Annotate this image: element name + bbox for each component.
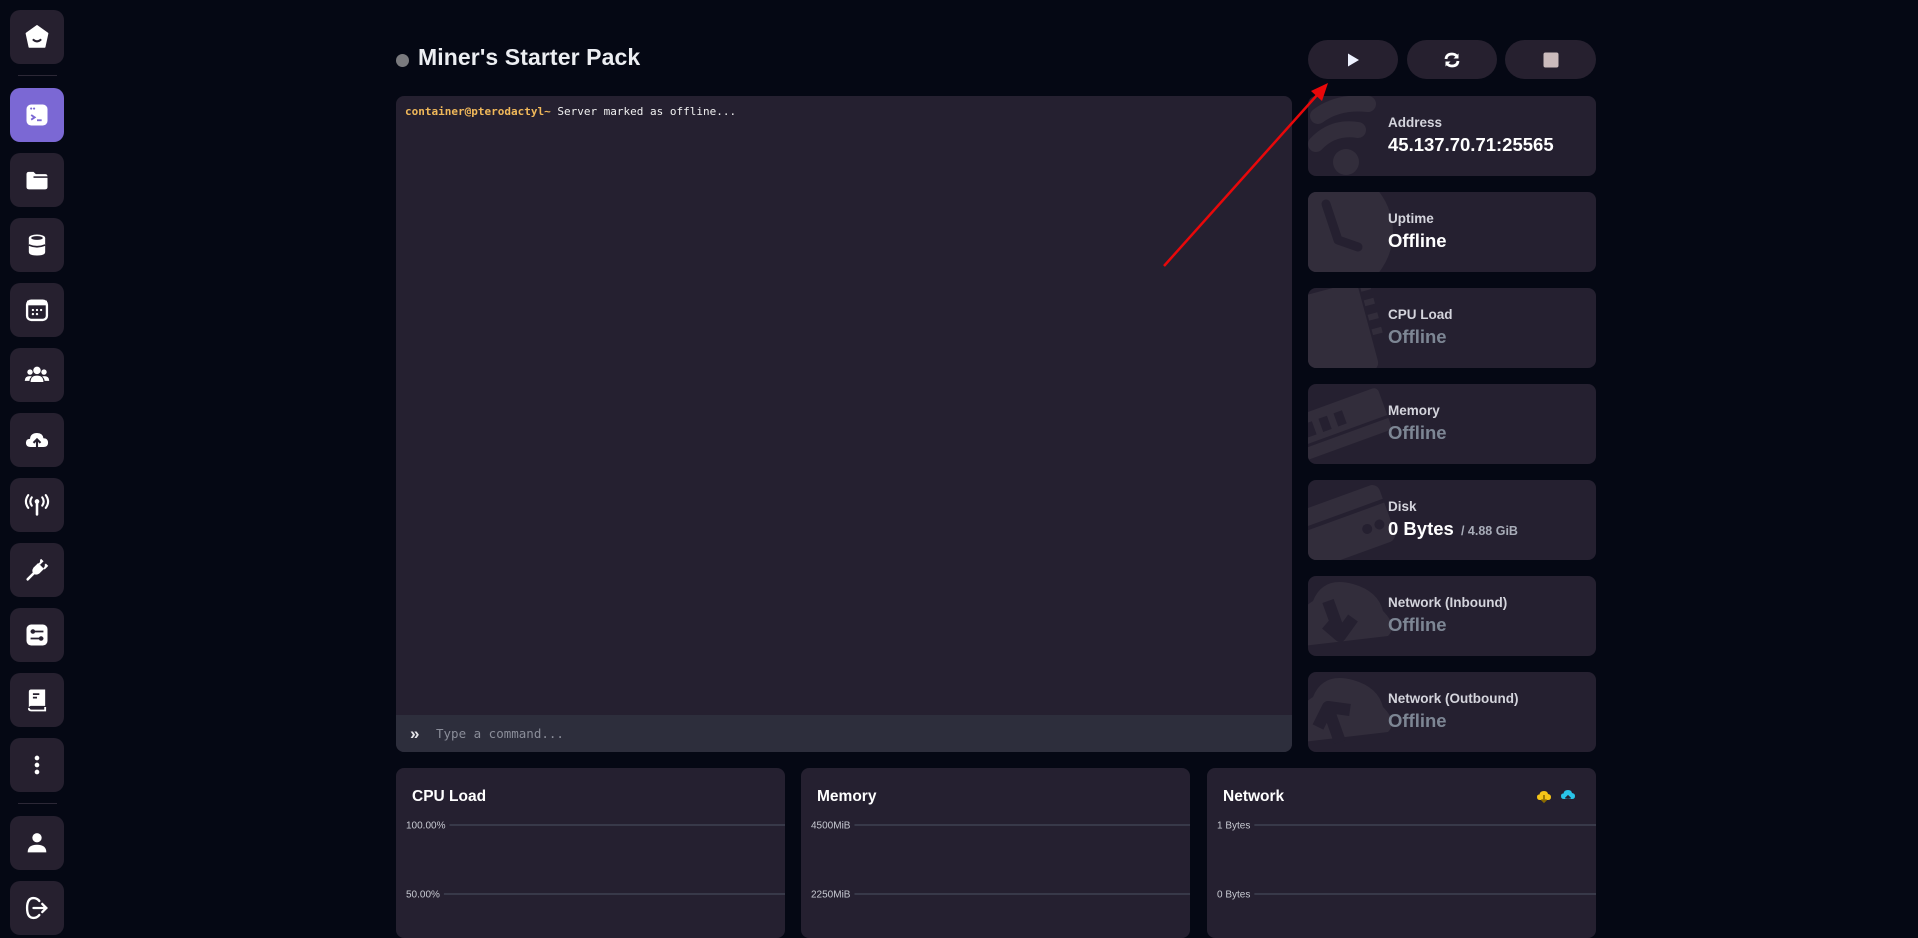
console-line: container@pterodactyl~ Server marked as … [405, 105, 1283, 118]
stat-value: Offline [1388, 326, 1447, 347]
y-tick-label: 1 Bytes [1217, 821, 1250, 832]
chart-memory: Memory 4500MiB 2250MiB [801, 768, 1190, 938]
stat-label: Uptime [1388, 211, 1434, 226]
book-icon [27, 689, 47, 712]
stat-card-network-inbound: Network (Inbound) Offline [1308, 576, 1596, 656]
cloud-download-icon [1308, 582, 1392, 646]
stat-label: Network (Inbound) [1388, 595, 1508, 610]
stat-value: Offline [1388, 710, 1447, 731]
stat-label: CPU Load [1388, 307, 1453, 322]
cpu-icon [1308, 288, 1383, 368]
y-tick-label: 100.00% [406, 821, 446, 832]
sliders-icon [26, 624, 48, 646]
chevron-double-right-icon: » [410, 723, 420, 743]
stat-card-address: Address 45.137.70.71:25565 [1308, 96, 1596, 176]
stat-label: Memory [1388, 403, 1440, 418]
stat-label: Disk [1388, 499, 1417, 514]
plug-icon [26, 558, 49, 581]
server-title: Miner's Starter Pack [418, 44, 641, 70]
chart-plot: 4500MiB 2250MiB [811, 821, 1190, 901]
sidebar-item-users[interactable] [10, 348, 64, 402]
console-panel: container@pterodactyl~ Server marked as … [396, 96, 1292, 752]
sidebar-item-home[interactable] [10, 10, 64, 64]
sidebar-divider [18, 75, 57, 76]
stop-icon [1543, 52, 1558, 67]
console-line-text: Server marked as offline... [557, 105, 737, 118]
chart-network: Network 1 Bytes 0 Bytes [1207, 768, 1596, 938]
sidebar-item-schedules[interactable] [10, 283, 64, 337]
sidebar-divider [18, 803, 57, 804]
restart-icon [1444, 52, 1460, 67]
memory-icon [1308, 388, 1392, 461]
stat-value: 0 Bytes / 4.88 GiB [1388, 518, 1518, 540]
calendar-icon [25, 299, 49, 322]
stat-card-memory: Memory Offline [1308, 384, 1596, 464]
sidebar-item-console[interactable] [10, 88, 64, 142]
stat-label: Network (Outbound) [1388, 691, 1519, 706]
sidebar-item-backups[interactable] [10, 413, 64, 467]
sidebar-item-logout[interactable] [10, 881, 64, 935]
stat-card-network-outbound: Network (Outbound) Offline [1308, 672, 1596, 752]
y-tick-label: 50.00% [406, 890, 440, 901]
stat-card-cpu: CPU Load Offline [1308, 288, 1596, 368]
home-icon [25, 25, 49, 48]
stat-value[interactable]: 45.137.70.71:25565 [1388, 134, 1554, 156]
sidebar-item-startup[interactable] [10, 543, 64, 597]
database-icon [28, 234, 46, 256]
stat-value: Offline [1388, 614, 1447, 635]
cloud-upload-icon [1308, 678, 1392, 745]
clock-icon [1308, 192, 1393, 272]
y-tick-label: 0 Bytes [1217, 890, 1250, 901]
restart-button[interactable] [1407, 40, 1497, 79]
terminal-icon [26, 104, 48, 126]
disk-used: 0 Bytes [1388, 518, 1454, 539]
wifi-icon [1308, 96, 1376, 175]
folder-icon [26, 171, 48, 190]
stat-label: Address [1388, 115, 1443, 130]
sidebar-item-network[interactable] [10, 478, 64, 532]
play-icon [1348, 53, 1359, 66]
sidebar-item-account[interactable] [10, 816, 64, 870]
console-prompt: container@pterodactyl~ [405, 105, 551, 118]
cloud-upload-icon [25, 433, 49, 451]
server-status-indicator [396, 54, 409, 67]
hdd-icon [1308, 485, 1396, 560]
sidebar [0, 0, 75, 935]
chart-plot: 100.00% 50.00% [406, 821, 785, 901]
kebab-icon [34, 755, 40, 775]
stat-card-disk: Disk 0 Bytes / 4.88 GiB [1308, 480, 1596, 560]
console-output: container@pterodactyl~ Server marked as … [405, 105, 1283, 712]
sidebar-item-files[interactable] [10, 153, 64, 207]
disk-limit: / 4.88 GiB [1460, 524, 1518, 538]
stat-card-uptime: Uptime Offline [1308, 192, 1596, 272]
user-icon [27, 833, 47, 853]
logout-icon [25, 896, 48, 920]
stop-button[interactable] [1505, 40, 1596, 79]
start-button[interactable] [1308, 40, 1398, 79]
chart-cpu: CPU Load 100.00% 50.00% [396, 768, 785, 938]
console-input-row: » [396, 715, 1292, 752]
y-tick-label: 2250MiB [811, 890, 851, 901]
sidebar-item-databases[interactable] [10, 218, 64, 272]
console-command-input[interactable] [434, 725, 1238, 742]
sidebar-item-activity[interactable] [10, 673, 64, 727]
sidebar-item-more[interactable] [10, 738, 64, 792]
sidebar-item-settings[interactable] [10, 608, 64, 662]
chart-plot: 1 Bytes 0 Bytes [1217, 821, 1596, 901]
users-icon [24, 366, 50, 382]
stat-value: Offline [1388, 230, 1447, 251]
antenna-icon [24, 494, 50, 516]
stat-value: Offline [1388, 422, 1447, 443]
y-tick-label: 4500MiB [811, 821, 851, 832]
